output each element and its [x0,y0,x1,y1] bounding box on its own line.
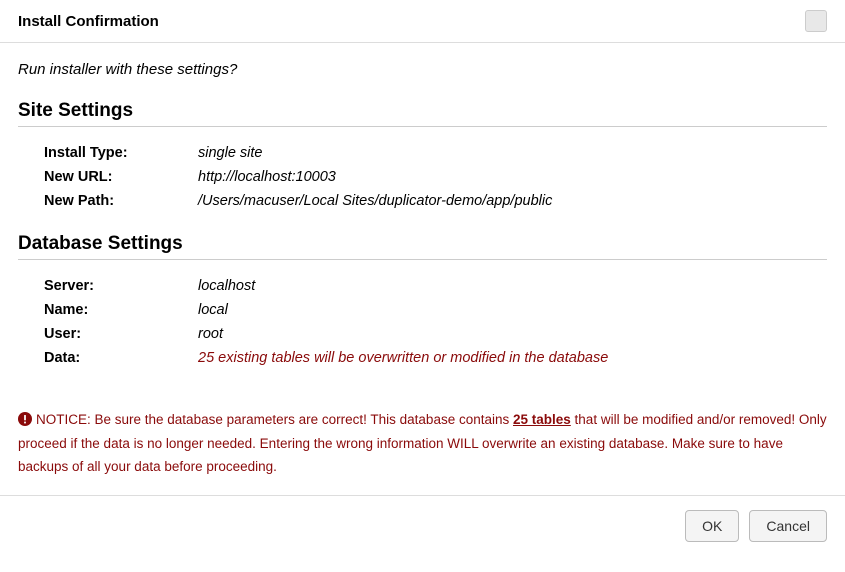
dialog-footer: OK Cancel [0,495,845,556]
server-label: Server: [44,278,198,294]
install-type-label: Install Type: [44,145,198,161]
dialog-header: Install Confirmation [0,0,845,43]
name-label: Name: [44,302,198,318]
table-row: Server: localhost [44,274,827,298]
data-label: Data: [44,350,198,366]
tables-link[interactable]: 25 tables [513,412,571,427]
table-row: User: root [44,322,827,346]
notice-text: NOTICE: Be sure the database parameters … [18,390,827,495]
new-path-value: /Users/macuser/Local Sites/duplicator-de… [198,193,552,209]
db-settings-table: Server: localhost Name: local User: root… [18,268,827,390]
user-label: User: [44,326,198,342]
site-settings-table: Install Type: single site New URL: http:… [18,135,827,233]
notice-prefix: NOTICE: Be sure the database parameters … [36,412,513,427]
db-settings-heading: Database Settings [18,233,827,260]
new-url-value: http://localhost:10003 [198,169,336,185]
dialog-content: Run installer with these settings? Site … [0,43,845,495]
warning-icon [18,410,32,424]
ok-button[interactable]: OK [685,510,739,542]
site-settings-heading: Site Settings [18,100,827,127]
table-row: Data: 25 existing tables will be overwri… [44,346,827,370]
close-icon[interactable] [805,10,827,32]
user-value: root [198,326,223,342]
name-value: local [198,302,228,318]
table-row: Install Type: single site [44,141,827,165]
install-type-value: single site [198,145,262,161]
dialog-title: Install Confirmation [18,13,159,30]
table-row: New URL: http://localhost:10003 [44,165,827,189]
new-path-label: New Path: [44,193,198,209]
table-row: Name: local [44,298,827,322]
new-url-label: New URL: [44,169,198,185]
table-row: New Path: /Users/macuser/Local Sites/dup… [44,189,827,213]
cancel-button[interactable]: Cancel [749,510,827,542]
data-value: 25 existing tables will be overwritten o… [198,350,608,366]
server-value: localhost [198,278,255,294]
prompt-text: Run installer with these settings? [18,61,827,78]
